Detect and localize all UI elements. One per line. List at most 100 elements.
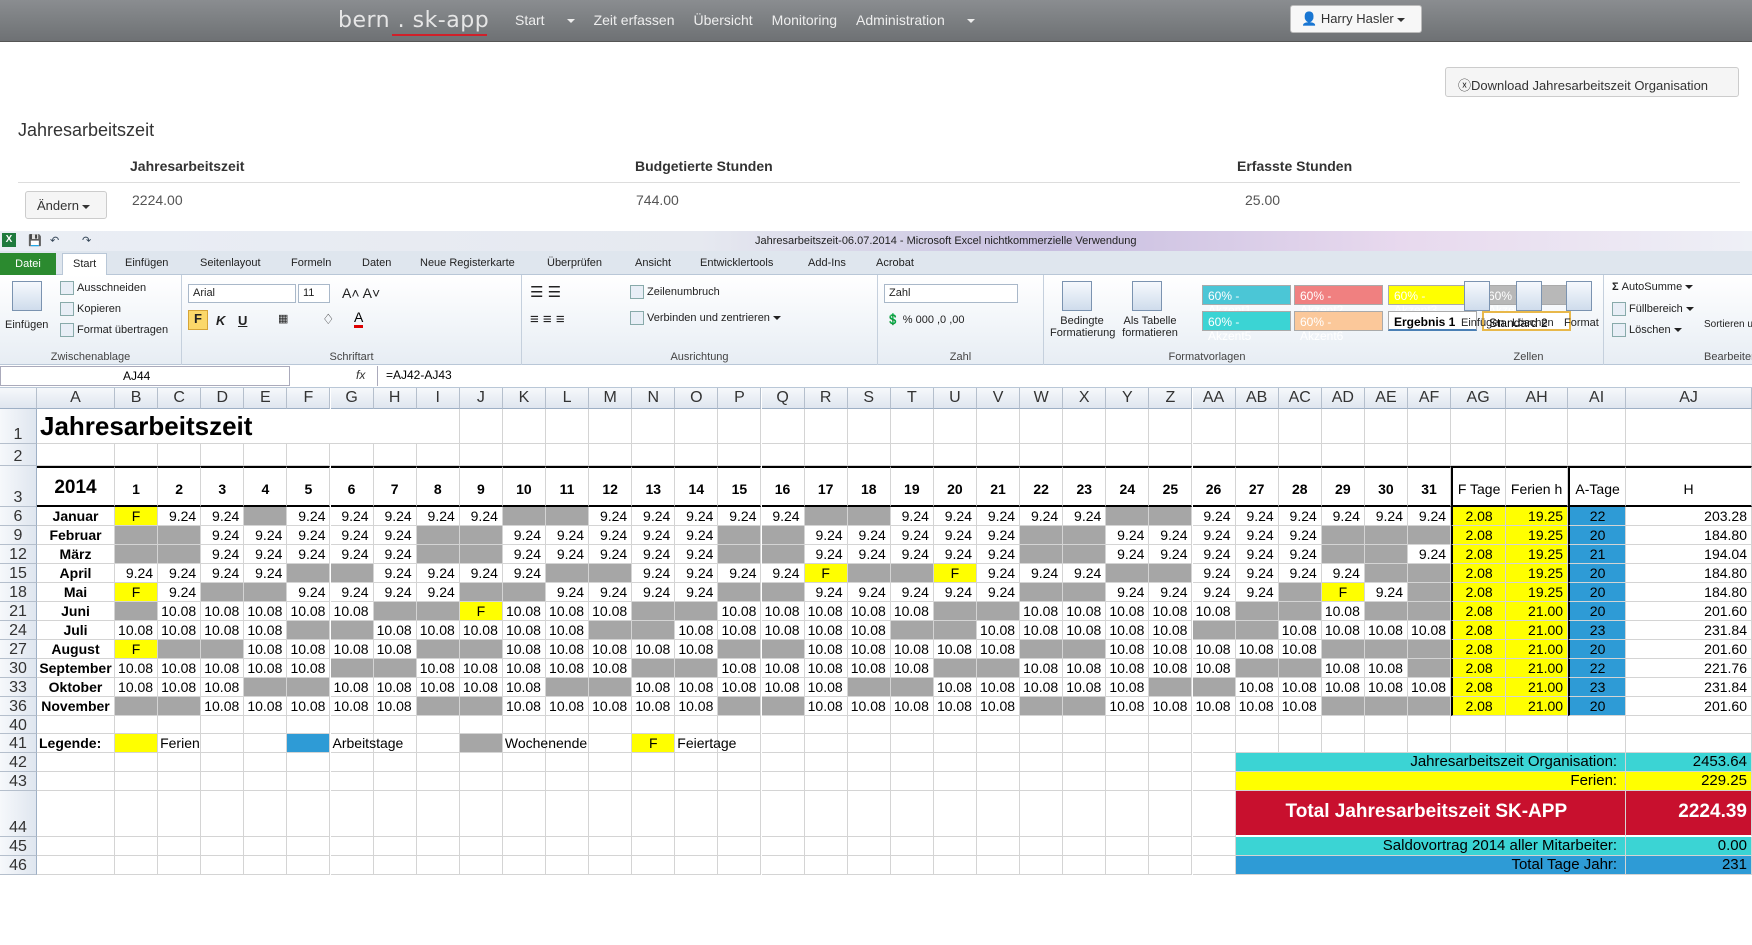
hours-total[interactable]: 203.28 — [1626, 507, 1752, 526]
day-cell[interactable]: 10.08 — [1364, 678, 1408, 697]
summary-value[interactable]: 229.25 — [1626, 772, 1752, 791]
grid-cell[interactable] — [1235, 409, 1279, 444]
day-cell[interactable]: 9.24 — [1235, 526, 1279, 545]
day-cell[interactable] — [158, 545, 202, 564]
day-cell[interactable]: 9.24 — [330, 526, 374, 545]
formula-input[interactable]: =AJ42-AJ43 — [377, 366, 1752, 386]
row-header[interactable]: 36 — [0, 697, 37, 716]
day-cell[interactable]: 9.24 — [1278, 564, 1322, 583]
grid-cell[interactable] — [201, 753, 245, 772]
day-cell[interactable]: 10.08 — [330, 640, 374, 659]
row-header[interactable]: 6 — [0, 507, 37, 526]
day-cell[interactable]: 10.08 — [330, 678, 374, 697]
day-cell[interactable]: 10.08 — [1106, 659, 1150, 678]
grid-cell[interactable] — [589, 734, 633, 753]
column-header[interactable]: R — [804, 388, 848, 409]
day-header[interactable]: 21 — [977, 466, 1021, 507]
grid-cell[interactable] — [1106, 791, 1150, 837]
grid-cell[interactable] — [1192, 734, 1236, 753]
day-cell[interactable]: 10.08 — [330, 697, 374, 716]
f-tage[interactable]: 2.08 — [1451, 507, 1507, 526]
grid-cell[interactable] — [977, 856, 1021, 875]
ferien-h[interactable]: 19.25 — [1506, 545, 1569, 564]
day-cell[interactable]: 10.08 — [244, 697, 288, 716]
day-cell[interactable] — [1321, 697, 1365, 716]
day-cell[interactable]: 10.08 — [502, 697, 546, 716]
day-cell[interactable]: 10.08 — [1106, 697, 1150, 716]
ferien-h[interactable]: 21.00 — [1506, 640, 1569, 659]
day-header[interactable]: 3 — [201, 466, 245, 507]
grid-cell[interactable] — [546, 837, 590, 856]
day-cell[interactable] — [804, 507, 848, 526]
day-cell[interactable]: 10.08 — [502, 678, 546, 697]
wrap-text-button[interactable]: Zeilenumbruch — [630, 285, 720, 299]
day-cell[interactable]: 9.24 — [804, 545, 848, 564]
ferien-h[interactable]: 19.25 — [1506, 507, 1569, 526]
day-cell[interactable]: 9.24 — [459, 507, 503, 526]
day-cell[interactable] — [1321, 526, 1365, 545]
day-cell[interactable]: 9.24 — [502, 526, 546, 545]
year-header[interactable]: 2014 — [37, 466, 115, 507]
day-cell[interactable]: 9.24 — [933, 507, 977, 526]
grid-cell[interactable] — [373, 444, 417, 466]
grid-cell[interactable] — [1626, 444, 1752, 466]
grid-cell[interactable] — [1364, 444, 1408, 466]
grid-cell[interactable] — [847, 837, 891, 856]
day-cell[interactable] — [1020, 583, 1064, 602]
day-cell[interactable]: 10.08 — [502, 602, 546, 621]
f-tage[interactable]: 2.08 — [1451, 564, 1507, 583]
grid-cell[interactable] — [1408, 409, 1452, 444]
day-cell[interactable]: 9.24 — [1364, 583, 1408, 602]
copy-button[interactable]: Kopieren — [60, 302, 121, 316]
day-header[interactable]: 20 — [933, 466, 977, 507]
column-header[interactable]: E — [244, 388, 288, 409]
grid-cell[interactable] — [1106, 716, 1150, 734]
undo-icon[interactable]: ↶ — [50, 234, 59, 247]
day-header[interactable]: 25 — [1149, 466, 1193, 507]
grid-cell[interactable] — [546, 716, 590, 734]
column-header[interactable]: AB — [1235, 388, 1279, 409]
day-cell[interactable]: 10.08 — [675, 697, 719, 716]
grid-cell[interactable] — [1063, 753, 1107, 772]
align-top-icon[interactable]: ☰ ☰ — [530, 283, 561, 301]
grid-cell[interactable] — [632, 791, 676, 837]
nav-monitoring[interactable]: Monitoring — [772, 12, 837, 28]
day-cell[interactable]: 10.08 — [847, 640, 891, 659]
header-3[interactable]: H — [1626, 466, 1752, 507]
autosum-button[interactable]: Σ AutoSumme — [1612, 281, 1694, 293]
grid-cell[interactable] — [37, 791, 115, 837]
font-size-select[interactable]: 11 — [298, 284, 330, 303]
day-cell[interactable] — [1321, 545, 1365, 564]
column-header[interactable]: AD — [1321, 388, 1365, 409]
day-cell[interactable] — [244, 678, 288, 697]
day-cell[interactable]: 10.08 — [1063, 621, 1107, 640]
grid-cell[interactable] — [589, 409, 633, 444]
ferien-h[interactable]: 19.25 — [1506, 526, 1569, 545]
day-cell[interactable]: 9.24 — [1020, 564, 1064, 583]
grid-cell[interactable] — [37, 444, 115, 466]
grid-cell[interactable] — [675, 837, 719, 856]
grid-cell[interactable] — [847, 772, 891, 791]
day-cell[interactable]: 10.08 — [1321, 602, 1365, 621]
day-cell[interactable]: 9.24 — [718, 507, 762, 526]
day-cell[interactable] — [1278, 583, 1322, 602]
column-header[interactable]: L — [546, 388, 590, 409]
day-cell[interactable]: 9.24 — [1106, 526, 1150, 545]
day-cell[interactable] — [1364, 697, 1408, 716]
header-0[interactable]: F Tage — [1451, 466, 1507, 507]
grid-cell[interactable] — [244, 716, 288, 734]
number-format-icons[interactable]: 💲 % 000 ,0 ,00 — [886, 313, 965, 326]
column-header[interactable]: Q — [761, 388, 805, 409]
day-cell[interactable] — [589, 564, 633, 583]
day-cell[interactable]: 10.08 — [416, 678, 460, 697]
day-cell[interactable] — [459, 697, 503, 716]
grid-cell[interactable] — [761, 409, 805, 444]
grid-cell[interactable] — [847, 753, 891, 772]
day-cell[interactable]: 9.24 — [201, 507, 245, 526]
day-header[interactable]: 18 — [847, 466, 891, 507]
day-cell[interactable] — [718, 583, 762, 602]
summary-label[interactable]: Jahresarbeitszeit Organisation: — [1235, 753, 1627, 772]
day-cell[interactable]: 10.08 — [1149, 602, 1193, 621]
grid-cell[interactable] — [158, 772, 202, 791]
grid-cell[interactable] — [459, 444, 503, 466]
